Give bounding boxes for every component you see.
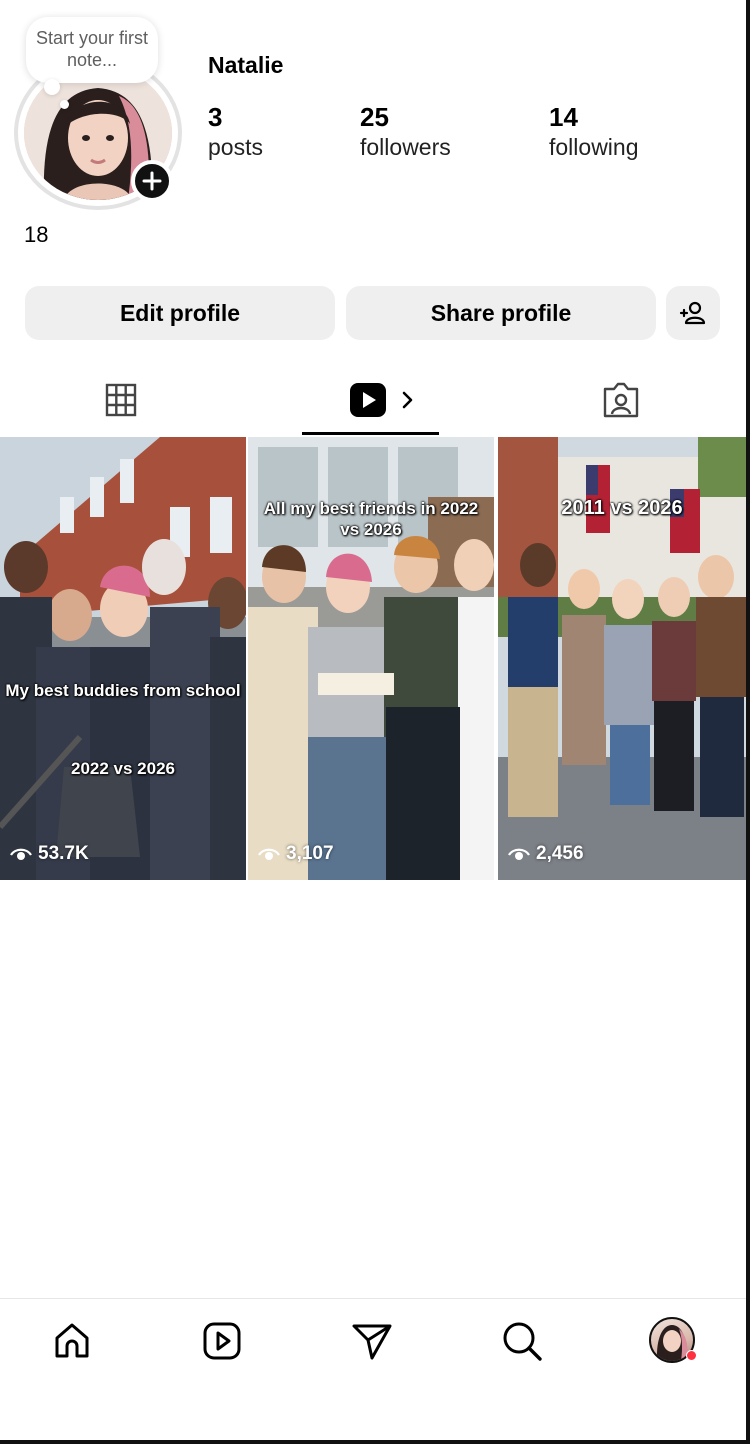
nav-home[interactable] <box>49 1318 95 1364</box>
frame-edge-right <box>746 0 750 1444</box>
post-caption-secondary: 2022 vs 2026 <box>71 759 175 778</box>
discover-people-button[interactable] <box>666 286 720 340</box>
stat-following[interactable]: 14 following <box>549 102 639 162</box>
nav-messages[interactable] <box>349 1318 395 1364</box>
nav-divider <box>0 1298 746 1299</box>
stat-followers-label: followers <box>360 134 451 160</box>
post-caption: 2011 vs 2026 <box>561 497 683 519</box>
reels-icon <box>203 1322 241 1360</box>
eye-icon <box>258 848 280 860</box>
search-icon <box>503 1322 542 1361</box>
eye-icon <box>10 848 32 860</box>
nav-reels[interactable] <box>199 1318 245 1364</box>
note-placeholder: Start your first note... <box>35 28 149 70</box>
add-story-button[interactable] <box>131 160 173 202</box>
stat-posts-value: 3 <box>208 102 223 132</box>
frame-edge-bottom <box>0 1440 750 1444</box>
post-caption: My best buddies from school <box>5 681 241 700</box>
stat-posts-label: posts <box>208 134 263 160</box>
tab-tagged[interactable] <box>598 376 644 424</box>
share-profile-button[interactable]: Share profile <box>346 286 656 340</box>
post-views-count: 2,456 <box>536 843 584 864</box>
nav-search[interactable] <box>499 1318 545 1364</box>
post-tile-2[interactable]: All my best friends in 2022 vs 2026 3,10… <box>248 437 494 880</box>
eye-icon <box>508 848 530 860</box>
edit-profile-label: Edit profile <box>119 299 241 326</box>
send-icon <box>352 1324 392 1360</box>
post-thumbnail <box>0 437 246 880</box>
notification-dot <box>686 1350 697 1361</box>
post-tile-3[interactable]: 2011 vs 2026 2,456 <box>498 437 746 880</box>
edit-profile-button[interactable]: Edit profile <box>25 286 335 340</box>
stat-followers-value: 25 <box>360 102 389 132</box>
profile-name: Natalie <box>208 52 284 78</box>
stat-posts[interactable]: 3 posts <box>208 102 263 162</box>
home-icon <box>55 1323 89 1358</box>
note-bubble-tail <box>44 79 60 95</box>
note-bubble[interactable]: Start your first note... <box>26 17 158 83</box>
post-tile-1[interactable]: My best buddies from school 2022 vs 2026… <box>0 437 246 880</box>
post-views: 3,107 <box>258 843 334 865</box>
grid-icon <box>105 383 137 417</box>
add-person-icon <box>679 301 706 325</box>
stat-followers[interactable]: 25 followers <box>360 102 451 162</box>
stat-following-value: 14 <box>549 102 578 132</box>
tab-active-indicator <box>302 432 439 435</box>
tagged-icon <box>603 382 639 418</box>
post-views-count: 3,107 <box>286 843 334 864</box>
post-views-count: 53.7K <box>38 843 89 864</box>
note-bubble-tail-small <box>60 100 69 109</box>
post-views: 2,456 <box>508 843 584 865</box>
reels-icon <box>350 383 413 417</box>
tab-grid[interactable] <box>96 376 146 424</box>
profile-screen: Start your first note... Natalie 3 posts… <box>0 0 746 1440</box>
share-profile-label: Share profile <box>430 299 572 326</box>
post-caption: All my best friends in 2022 vs 2026 <box>263 499 479 539</box>
stat-following-label: following <box>549 134 639 160</box>
plus-icon <box>142 171 162 191</box>
post-views: 53.7K <box>10 843 89 865</box>
tab-reels[interactable] <box>348 376 420 424</box>
profile-bio: 18 <box>24 222 49 247</box>
